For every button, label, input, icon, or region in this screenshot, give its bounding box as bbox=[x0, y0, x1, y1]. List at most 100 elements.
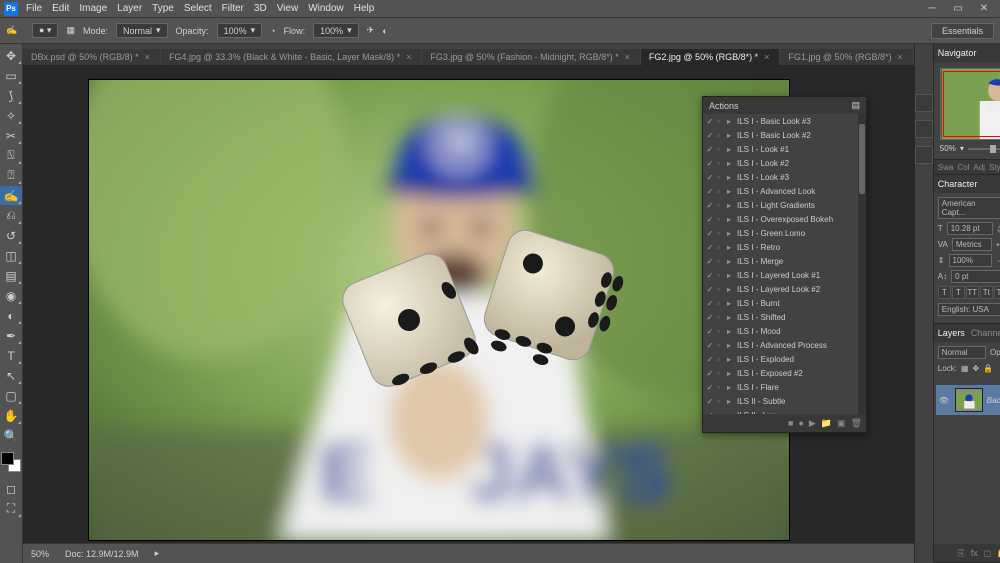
action-dialog-icon[interactable]: ▫ bbox=[717, 355, 725, 364]
actions-list[interactable]: ✓▫▸ILS I - Basic Look #3✓▫▸ILS I - Basic… bbox=[703, 114, 866, 414]
layers-tab[interactable]: Layers bbox=[938, 328, 965, 338]
close-tab-icon[interactable]: × bbox=[625, 52, 630, 62]
action-expand-icon[interactable]: ▸ bbox=[727, 187, 735, 196]
action-checkmark-icon[interactable]: ✓ bbox=[705, 145, 715, 154]
action-item[interactable]: ✓▫▸ILS I - Flare bbox=[703, 380, 866, 394]
action-expand-icon[interactable]: ▸ bbox=[727, 173, 735, 182]
action-dialog-icon[interactable]: ▫ bbox=[717, 313, 725, 322]
action-checkmark-icon[interactable]: ✓ bbox=[705, 327, 715, 336]
menu-edit[interactable]: Edit bbox=[52, 3, 69, 14]
history-brush-tool[interactable]: ↺ bbox=[0, 226, 22, 245]
action-item[interactable]: ✓▫▸ILS I - Look #1 bbox=[703, 142, 866, 156]
action-item[interactable]: ✓▫▸ILS I - Retro bbox=[703, 240, 866, 254]
adjustments-tab[interactable]: Adj bbox=[973, 163, 985, 172]
action-item[interactable]: ✓▫▸ILS I - Basic Look #2 bbox=[703, 128, 866, 142]
menu-view[interactable]: View bbox=[277, 3, 299, 14]
action-dialog-icon[interactable]: ▫ bbox=[717, 383, 725, 392]
crop-tool[interactable]: ✂ bbox=[0, 126, 22, 145]
dodge-tool[interactable]: ◐ bbox=[0, 306, 22, 325]
path-tool[interactable]: ↖ bbox=[0, 366, 22, 385]
action-checkmark-icon[interactable]: ✓ bbox=[705, 397, 715, 406]
action-item[interactable]: ✓▫▸ILS I - Light Gradients bbox=[703, 198, 866, 212]
opacity-input[interactable]: 100% ▾ bbox=[217, 23, 263, 38]
action-item[interactable]: ✓▫▸ILS I - Overexposed Bokeh bbox=[703, 212, 866, 226]
actions-panel[interactable]: Actions ▤ ✓▫▸ILS I - Basic Look #3✓▫▸ILS… bbox=[702, 96, 867, 433]
pen-tool[interactable]: ✒ bbox=[0, 326, 22, 345]
play-action-icon[interactable]: ▶ bbox=[809, 418, 816, 429]
marquee-tool[interactable]: ▭ bbox=[0, 66, 22, 85]
action-checkmark-icon[interactable]: ✓ bbox=[705, 355, 715, 364]
action-item[interactable]: ✓▫▸ILS I - Layered Look #1 bbox=[703, 268, 866, 282]
brush-tool[interactable]: ✍ bbox=[0, 186, 22, 205]
action-expand-icon[interactable]: ▸ bbox=[727, 243, 735, 252]
character-tab[interactable]: Character bbox=[938, 179, 978, 189]
action-checkmark-icon[interactable]: ✓ bbox=[705, 173, 715, 182]
navigator-zoom-slider[interactable] bbox=[968, 148, 1000, 150]
layer-blend-select[interactable]: Normal bbox=[938, 346, 986, 359]
actions-panel-icon[interactable] bbox=[915, 146, 933, 164]
action-dialog-icon[interactable]: ▫ bbox=[717, 299, 725, 308]
action-item[interactable]: ✓▫▸ILS II - Subtle bbox=[703, 394, 866, 408]
document-tab[interactable]: FG4.jpg @ 33.3% (Black & White - Basic, … bbox=[161, 49, 421, 65]
allcaps-button[interactable]: TT bbox=[966, 286, 979, 299]
zoom-level[interactable]: 50% bbox=[31, 549, 49, 559]
action-item[interactable]: ✓▫▸ILS I - Layered Look #2 bbox=[703, 282, 866, 296]
kerning-input[interactable]: Metrics bbox=[952, 238, 992, 251]
action-checkmark-icon[interactable]: ✓ bbox=[705, 159, 715, 168]
eraser-tool[interactable]: ◫ bbox=[0, 246, 22, 265]
close-tab-icon[interactable]: × bbox=[764, 52, 769, 62]
action-item[interactable]: ✓▫▸ILS I - Look #2 bbox=[703, 156, 866, 170]
menu-help[interactable]: Help bbox=[354, 3, 375, 14]
properties-panel-icon[interactable] bbox=[915, 120, 933, 138]
styles-tab[interactable]: Sty bbox=[989, 163, 1000, 172]
lasso-tool[interactable]: ⟆ bbox=[0, 86, 22, 105]
action-dialog-icon[interactable]: ▫ bbox=[717, 173, 725, 182]
brush-panel-icon[interactable]: ▦ bbox=[66, 25, 75, 36]
action-expand-icon[interactable]: ▸ bbox=[727, 411, 735, 415]
action-item[interactable]: ✓▫▸ILS I - Merge bbox=[703, 254, 866, 268]
action-dialog-icon[interactable]: ▫ bbox=[717, 271, 725, 280]
pressure-opacity-icon[interactable]: ◔ bbox=[270, 26, 275, 36]
language-select[interactable]: English: USA bbox=[938, 303, 1000, 316]
menu-select[interactable]: Select bbox=[184, 3, 212, 14]
channels-tab[interactable]: Channels bbox=[971, 328, 1000, 338]
menu-file[interactable]: File bbox=[26, 3, 42, 14]
action-dialog-icon[interactable]: ▫ bbox=[717, 145, 725, 154]
document-tab[interactable]: FG3.jpg @ 50% (Fashion - Midnight, RGB/8… bbox=[422, 49, 639, 65]
visibility-toggle-icon[interactable]: 👁 bbox=[939, 396, 951, 405]
close-button[interactable]: ✕ bbox=[972, 2, 996, 16]
action-item[interactable]: ✓▫▸ILS I - Advanced Process bbox=[703, 338, 866, 352]
action-dialog-icon[interactable]: ▫ bbox=[717, 201, 725, 210]
heal-tool[interactable]: ⍰ bbox=[0, 166, 22, 185]
action-dialog-icon[interactable]: ▫ bbox=[717, 187, 725, 196]
link-layers-icon[interactable]: ⎘ bbox=[957, 548, 964, 559]
action-checkmark-icon[interactable]: ✓ bbox=[705, 243, 715, 252]
action-checkmark-icon[interactable]: ✓ bbox=[705, 313, 715, 322]
action-item[interactable]: ✓▫▸ILS I - Basic Look #3 bbox=[703, 114, 866, 128]
action-expand-icon[interactable]: ▸ bbox=[727, 327, 735, 336]
menu-image[interactable]: Image bbox=[79, 3, 107, 14]
italic-button[interactable]: T bbox=[952, 286, 965, 299]
action-dialog-icon[interactable]: ▫ bbox=[717, 117, 725, 126]
stamp-tool[interactable]: ⎌ bbox=[0, 206, 22, 225]
action-item[interactable]: ✓▫▸ILS I - Look #3 bbox=[703, 170, 866, 184]
bold-button[interactable]: T bbox=[938, 286, 951, 299]
action-dialog-icon[interactable]: ▫ bbox=[717, 341, 725, 350]
actions-scrollbar[interactable] bbox=[858, 114, 866, 414]
pressure-size-icon[interactable]: ◐ bbox=[382, 26, 387, 36]
record-action-icon[interactable]: ● bbox=[798, 418, 803, 428]
lock-all-icon[interactable]: 🔒 bbox=[983, 364, 993, 373]
action-checkmark-icon[interactable]: ✓ bbox=[705, 299, 715, 308]
airbrush-icon[interactable]: ✈ bbox=[367, 25, 375, 36]
close-tab-icon[interactable]: × bbox=[898, 52, 903, 62]
action-expand-icon[interactable]: ▸ bbox=[727, 285, 735, 294]
status-arrow-icon[interactable]: ▸ bbox=[155, 548, 160, 559]
layer-mask-icon[interactable]: ◻ bbox=[984, 548, 991, 559]
action-expand-icon[interactable]: ▸ bbox=[727, 215, 735, 224]
action-checkmark-icon[interactable]: ✓ bbox=[705, 285, 715, 294]
action-item[interactable]: ✓▫▸ILS I - Mood bbox=[703, 324, 866, 338]
swatches-tab[interactable]: Swa bbox=[938, 163, 954, 172]
foreground-color-swatch[interactable] bbox=[1, 452, 14, 465]
superscript-button[interactable]: T¹ bbox=[994, 286, 1000, 299]
action-checkmark-icon[interactable]: ✓ bbox=[705, 229, 715, 238]
